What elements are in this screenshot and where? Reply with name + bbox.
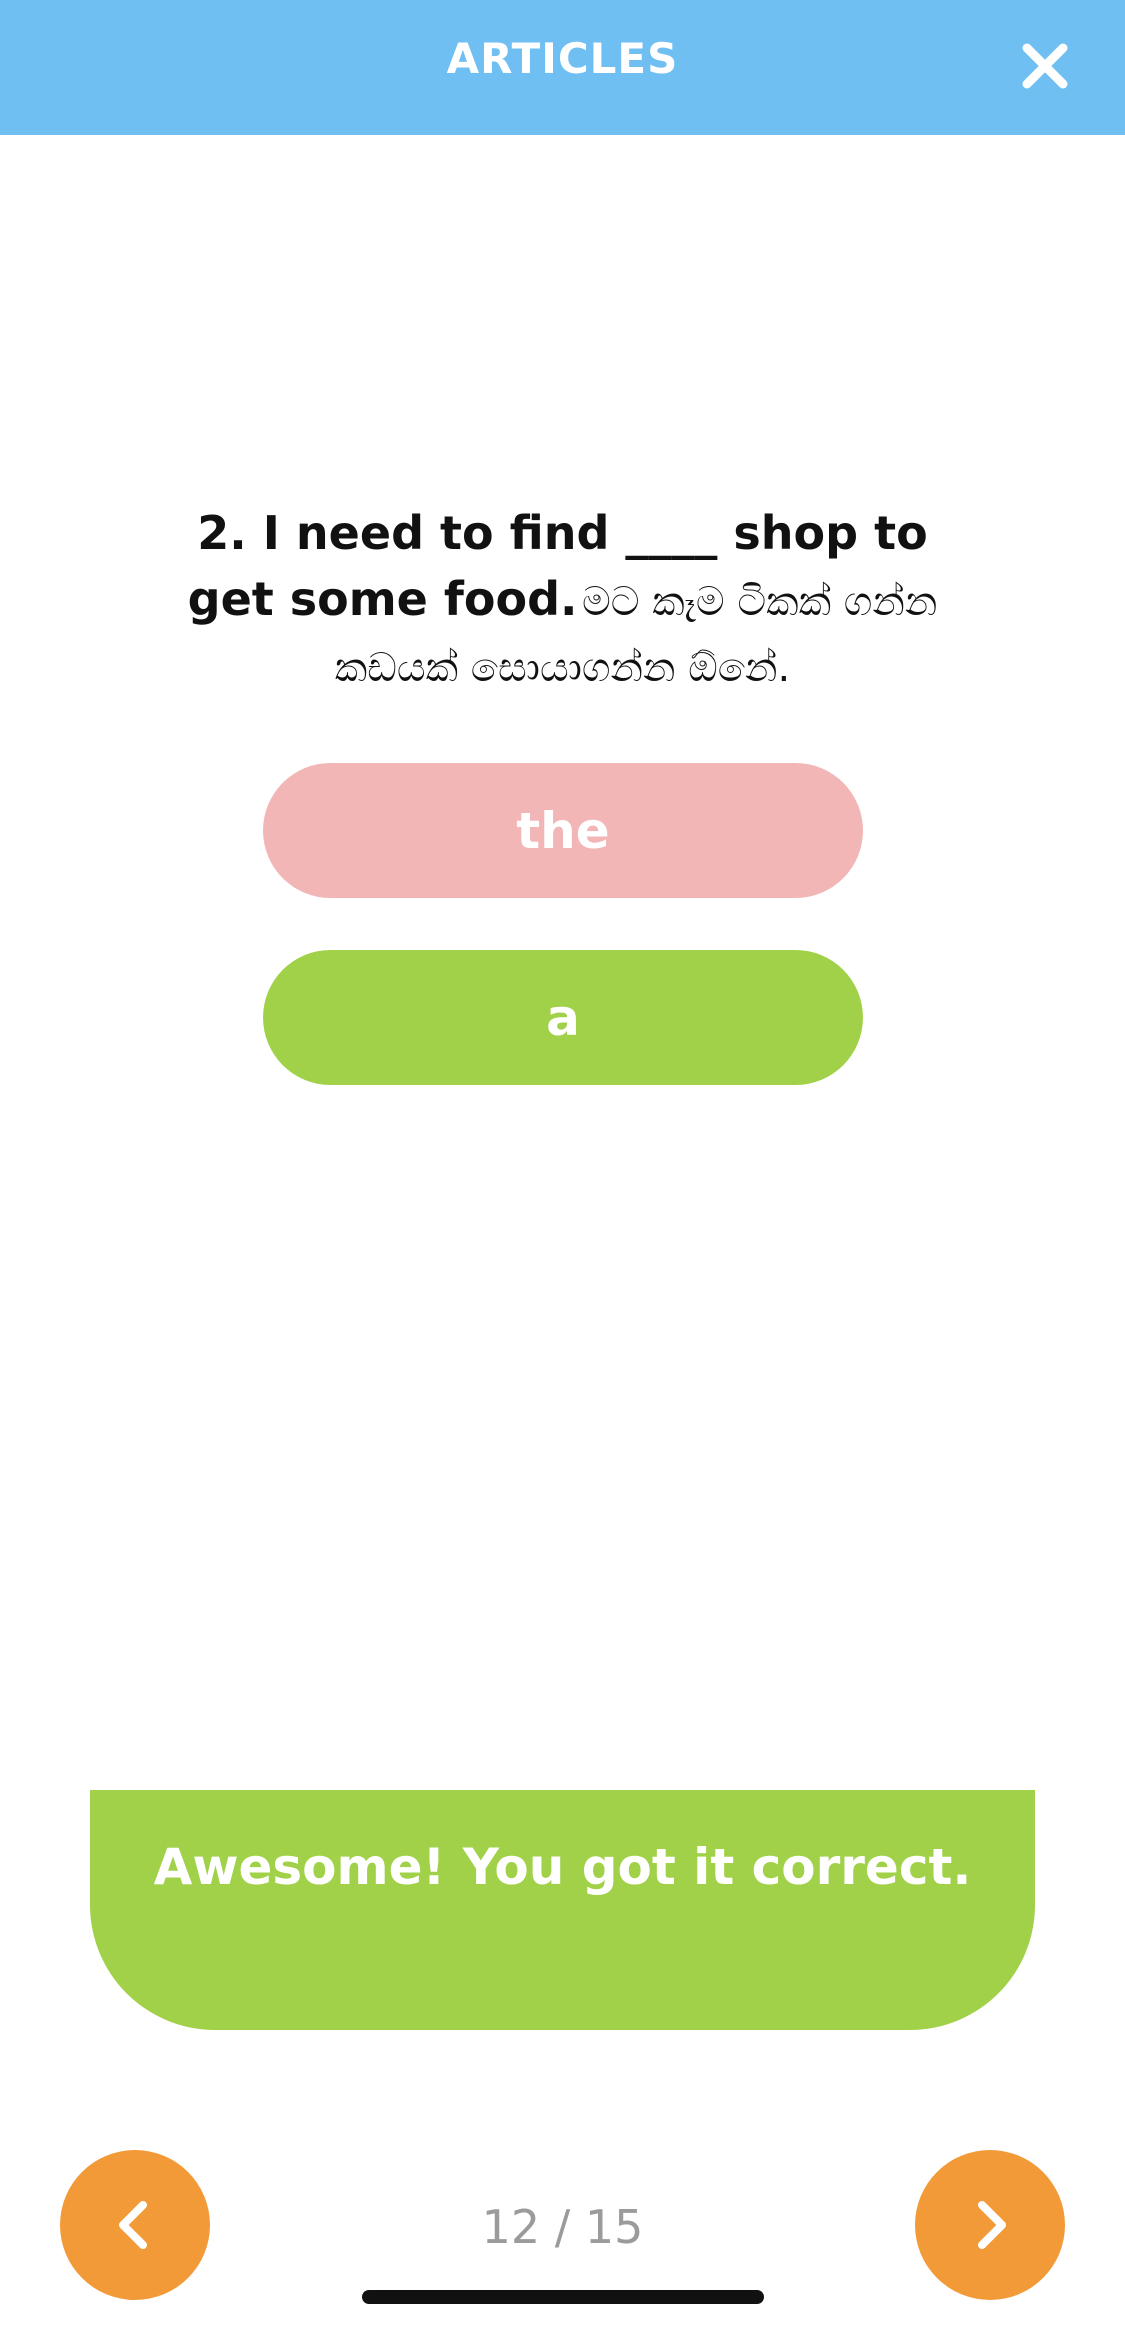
- header-bar: ARTICLES: [0, 0, 1125, 135]
- answer-option-the[interactable]: the: [263, 763, 863, 898]
- next-button[interactable]: [915, 2150, 1065, 2300]
- answer-label: a: [546, 988, 580, 1047]
- close-icon: [1022, 43, 1068, 89]
- answer-label: the: [516, 801, 610, 860]
- answer-option-a[interactable]: a: [263, 950, 863, 1085]
- close-button[interactable]: [1015, 36, 1075, 96]
- home-indicator: [362, 2290, 764, 2304]
- question-text: 2. I need to find ____ shop to get some …: [150, 500, 975, 701]
- chevron-right-icon: [978, 2201, 1006, 2249]
- feedback-message: Awesome! You got it correct.: [153, 1838, 972, 1896]
- quiz-screen: ARTICLES 2. I need to find ____ shop to …: [0, 0, 1125, 2331]
- feedback-banner: Awesome! You got it correct.: [90, 1790, 1035, 2030]
- page-title: ARTICLES: [446, 34, 679, 83]
